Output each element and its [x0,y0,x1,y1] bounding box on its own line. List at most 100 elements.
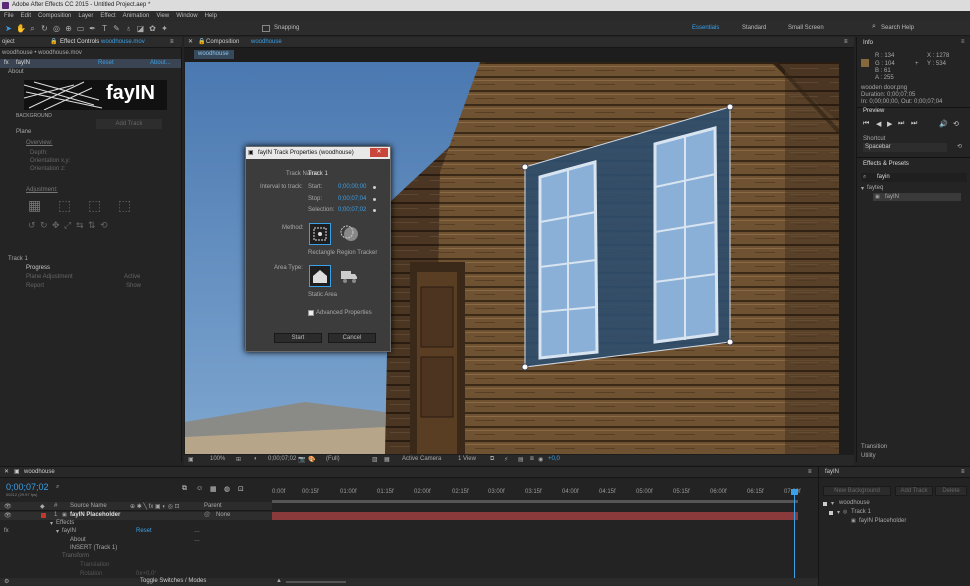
hand-tool-icon[interactable]: ✋ [16,24,26,33]
rectangle-tool-icon[interactable]: ▭ [76,24,85,33]
fayteq-category[interactable]: fayteq [867,185,883,191]
selection-set-icon[interactable] [373,209,376,212]
tree-root[interactable]: woodhouse [839,500,870,506]
exposure-value[interactable]: +0,0 [548,456,560,462]
prev-frame-icon[interactable]: ◀ [876,120,881,128]
menu-effect[interactable]: Effect [100,13,115,19]
layer-duration-bar[interactable] [272,512,798,520]
resolution-grid-icon[interactable]: ⊞ [236,456,241,463]
playhead-icon[interactable] [791,489,798,495]
eraser-tool-icon[interactable]: ◪ [136,24,145,33]
start-button[interactable]: Start [274,333,322,343]
camera-tool-icon[interactable]: ◎ [52,24,61,33]
scale-icon[interactable]: ⤢ [64,220,71,231]
current-time[interactable]: 0;00;07;02 [268,456,296,462]
draft-3d-icon[interactable]: ⧉ [182,485,187,493]
disclosure-triangle-icon[interactable]: ▾ [837,509,840,516]
always-preview-icon[interactable]: ▣ [188,456,194,463]
toggle-switches-modes[interactable]: Toggle Switches / Modes [140,578,206,584]
brush-tool-icon[interactable]: ✎ [112,24,121,33]
workspace-essentials[interactable]: Essentials [692,25,719,31]
transform-group[interactable]: Transform [62,553,89,559]
static-area-option[interactable] [309,265,331,287]
region-of-interest-icon[interactable]: ▨ [372,456,378,463]
track-name-value[interactable]: Track 1 [308,171,328,177]
utility-category[interactable]: Utility [861,453,876,459]
menu-animation[interactable]: Animation [123,13,150,19]
reset-transform-icon[interactable]: ⟲ [100,220,108,231]
eye-icon[interactable]: 👁 [4,512,12,519]
mute-icon[interactable]: 🔊 [939,120,948,128]
about-section[interactable]: About [8,69,24,75]
tab-composition[interactable]: Composition [206,37,239,48]
reset-shortcut-icon[interactable]: ⟲ [957,143,962,150]
transition-category[interactable]: Transition [861,444,887,450]
tree-track[interactable]: Track 1 [851,509,871,515]
flip-v-icon[interactable]: ⇅ [88,220,96,231]
delete-button[interactable]: Delete [935,486,967,496]
about-button[interactable]: About... [150,60,171,66]
effect-reset-button[interactable]: Reset [136,528,152,534]
roto-brush-tool-icon[interactable]: ✿ [148,24,157,33]
lock-icon[interactable]: 🔒 [50,37,57,48]
tilt-grid-icon[interactable]: ⬚ [88,197,101,214]
flip-h-icon[interactable]: ⇆ [76,220,84,231]
skew-grid-icon[interactable]: ⬚ [118,197,131,214]
add-track-button[interactable]: Add Track [895,486,933,496]
current-time-indicator[interactable] [794,489,795,585]
menu-help[interactable]: Help [205,13,217,19]
panel-menu-icon[interactable]: ≡ [170,37,174,48]
clone-tool-icon[interactable]: ♁ [124,24,133,33]
more-options-icon[interactable]: … [194,537,200,543]
other-tracker-option[interactable] [339,223,361,245]
close-icon[interactable]: ✕ [4,467,9,478]
timeline-icon[interactable]: ▤ [518,456,524,463]
disclosure-triangle-icon[interactable]: ▾ [56,528,59,535]
loop-icon[interactable]: ⟲ [953,120,959,128]
frame-blending-icon[interactable]: ▦ [210,485,217,493]
disclosure-triangle-icon[interactable]: ▾ [50,520,53,527]
pickwhip-icon[interactable]: @ [204,512,210,518]
add-track-button[interactable]: Add Track [96,119,162,129]
col-parent[interactable]: Parent [204,503,222,509]
camera-select[interactable]: Active Camera [402,456,441,462]
show-channel-icon[interactable]: 🎨 [308,456,315,463]
zoom-track[interactable] [286,581,346,583]
puppet-tool-icon[interactable]: ✦ [160,24,169,33]
fayin-effect-item[interactable]: ▣ fayIN [873,193,961,201]
menu-edit[interactable]: Edit [21,13,31,19]
view-layout-select[interactable]: 1 View [458,456,476,462]
move-icon[interactable]: ✥ [52,220,60,231]
first-frame-icon[interactable]: ⏮ [863,120,869,128]
effect-group[interactable]: fayIN [62,528,76,534]
rectangle-tracker-option[interactable] [309,223,331,245]
selection-value[interactable]: 0;00;07;02 [338,207,366,213]
workspace-small-screen[interactable]: Small Screen [788,25,824,31]
disclosure-triangle-icon[interactable]: ▾ [831,500,834,507]
grid-icon[interactable]: ▦ [28,197,41,214]
last-frame-icon[interactable]: ⏭ [911,120,917,128]
parent-select[interactable]: None [216,512,230,518]
search-icon[interactable]: ⌕ [56,484,59,491]
type-tool-icon[interactable]: T [100,24,109,33]
snapping-checkbox[interactable] [262,25,270,32]
new-background-button[interactable]: New Background [823,486,891,496]
perspective-grid-icon[interactable]: ⬚ [58,197,71,214]
rotate-tool-icon[interactable]: ↻ [40,24,49,33]
rotate-right-icon[interactable]: ↻ [40,220,48,231]
stop-value[interactable]: 0;00;07;04 [338,196,366,202]
moving-area-option[interactable] [339,265,361,287]
tree-placeholder[interactable]: fayIN Placeholder [859,518,906,524]
time-ruler[interactable]: 0:00f 00:15f 01:00f 01:15f 02:00f 02:15f… [272,489,818,499]
reset-exposure-icon[interactable]: ◉ [538,456,543,463]
panel-menu-icon[interactable]: ≡ [844,37,848,48]
tab-effect-controls[interactable]: Effect Controls [60,37,99,48]
pen-tool-icon[interactable]: ✒ [88,24,97,33]
col-source-name[interactable]: Source Name [70,503,107,509]
lock-icon[interactable]: 🔒 [198,37,205,48]
mask-icon[interactable]: ◐ [254,456,258,462]
start-set-icon[interactable] [373,186,376,189]
effects-search-input[interactable]: ⌕ fayin [861,173,967,182]
stop-set-icon[interactable] [373,198,376,201]
fx-icon[interactable]: fx [4,60,9,66]
